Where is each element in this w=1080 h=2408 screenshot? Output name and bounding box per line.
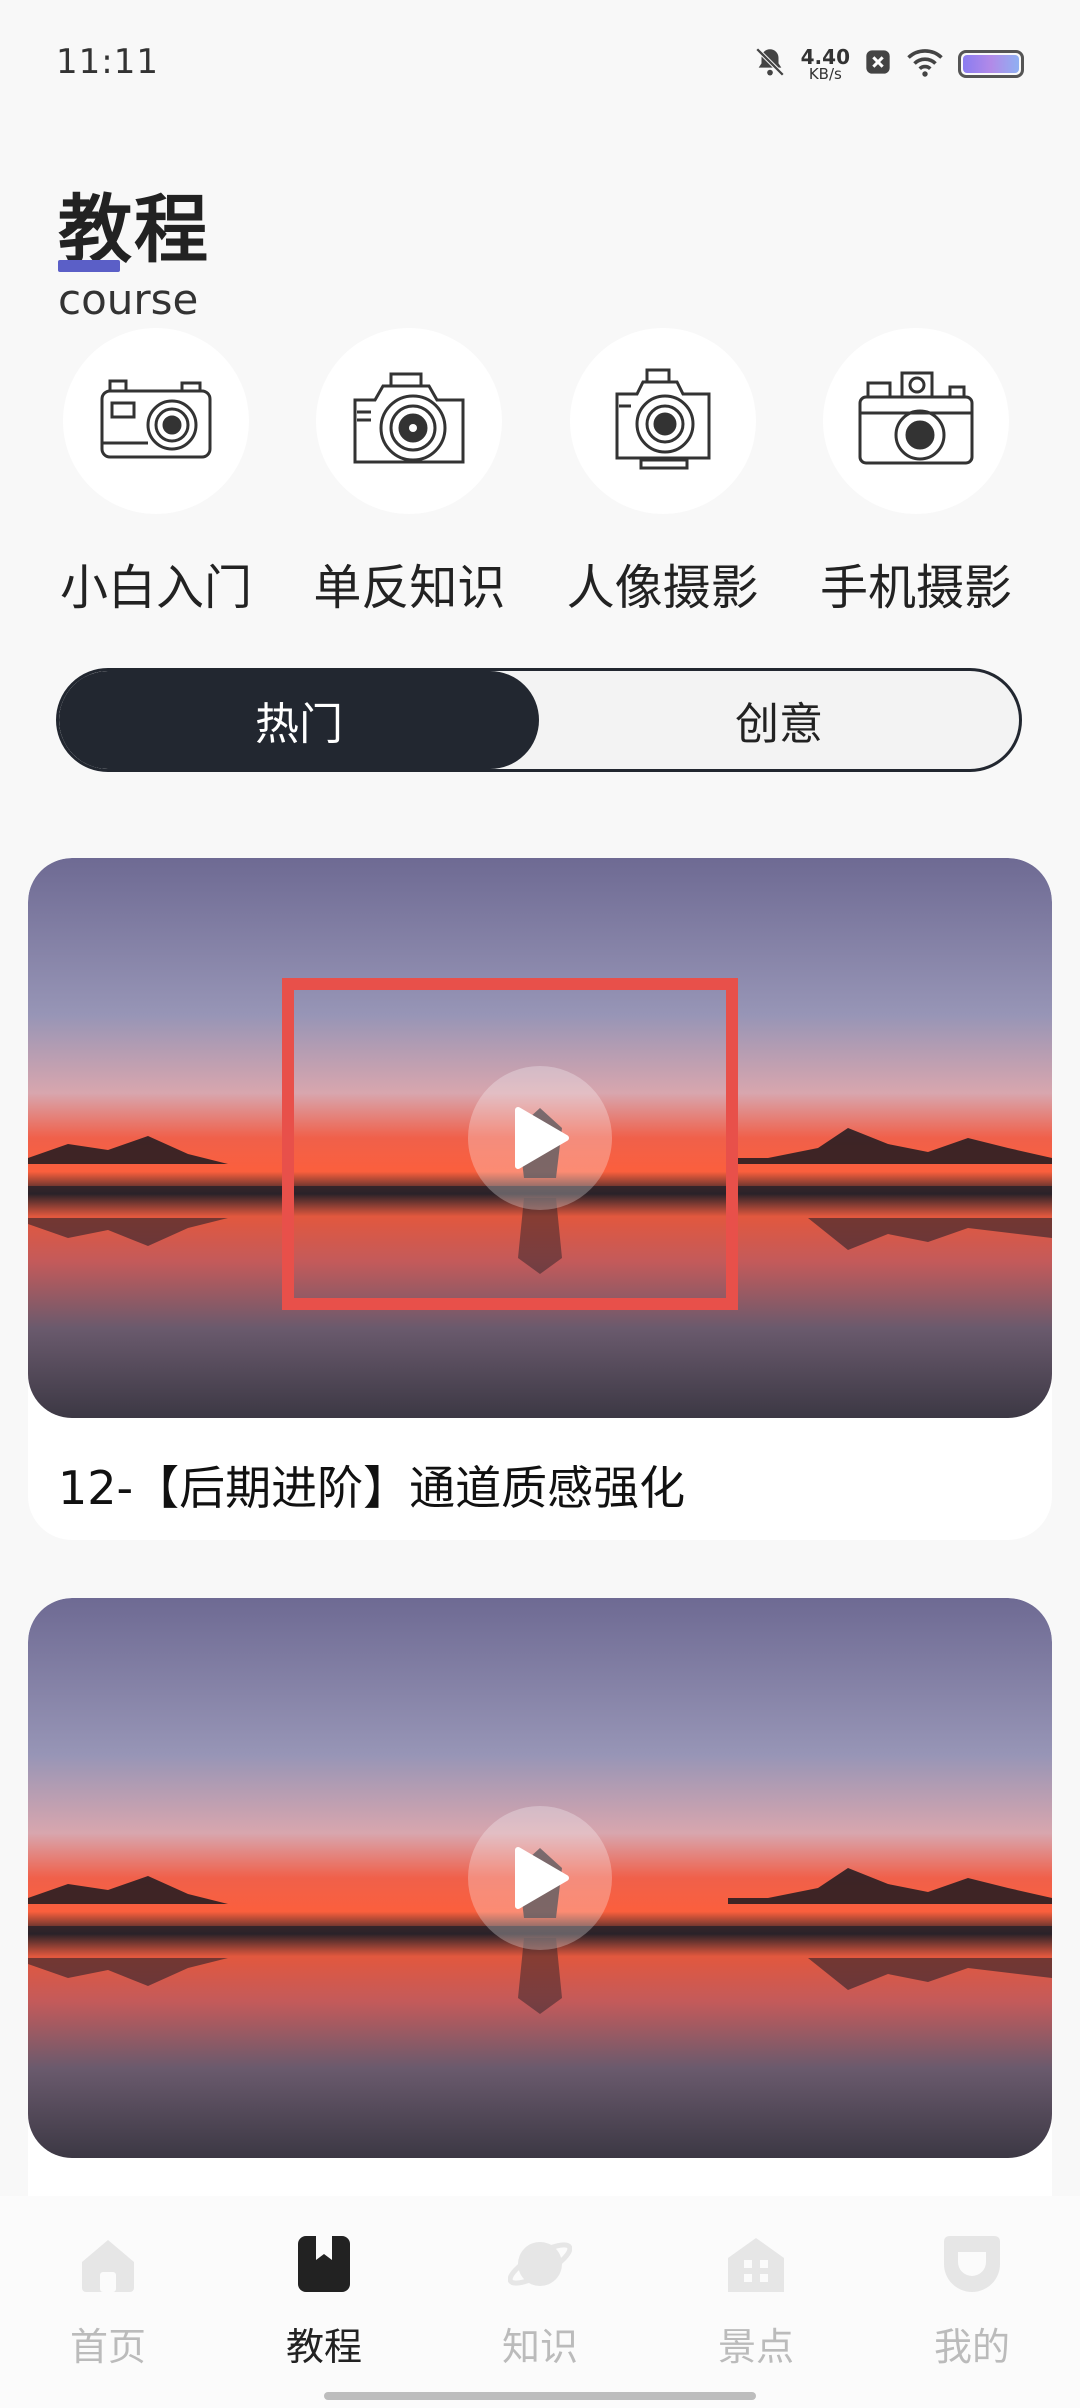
- category-dslr[interactable]: 单反知识: [309, 328, 509, 618]
- planet-icon: [507, 2232, 573, 2296]
- video-card[interactable]: [28, 1598, 1052, 2238]
- wifi-icon: [906, 47, 944, 81]
- nav-label: 我的: [933, 2325, 1010, 2369]
- category-beginner[interactable]: 小白入门: [56, 328, 256, 618]
- category-icon-circle: [569, 328, 756, 514]
- tab-switch: 热门 创意: [56, 668, 1022, 772]
- video-thumbnail[interactable]: [28, 1598, 1052, 2158]
- status-icons: 4.40 KB/s: [753, 44, 1024, 84]
- nav-label: 教程: [285, 2325, 362, 2369]
- nav-tutorial[interactable]: 教程: [244, 2232, 404, 2408]
- portrait-camera-icon: [611, 364, 715, 478]
- category-portrait[interactable]: 人像摄影: [563, 328, 763, 618]
- nav-knowledge[interactable]: 知识: [460, 2232, 620, 2408]
- category-label: 小白入门: [59, 560, 252, 616]
- tab-hot[interactable]: 热门: [59, 671, 539, 769]
- video-card[interactable]: 12-【后期进阶】通道质感强化: [28, 858, 1052, 1540]
- net-speed-value: 4.40: [800, 44, 850, 69]
- category-label: 手机摄影: [819, 560, 1012, 616]
- video-thumbnail[interactable]: [28, 858, 1052, 1418]
- nav-label: 景点: [717, 2325, 794, 2369]
- category-list: 小白入门 单反知识 人像摄影 手机摄影: [56, 328, 1016, 618]
- category-icon-circle: [316, 328, 503, 514]
- home-indicator[interactable]: [324, 2392, 756, 2400]
- bell-muted-icon: [753, 45, 787, 83]
- nav-attractions[interactable]: 景点: [676, 2232, 836, 2408]
- network-speed: 4.40 KB/s: [801, 47, 850, 82]
- title-underline: [58, 260, 120, 272]
- category-mobile[interactable]: 手机摄影: [816, 328, 1016, 618]
- highlight-box: [282, 978, 738, 1310]
- nav-label: 首页: [69, 2325, 146, 2369]
- tab-creative[interactable]: 创意: [539, 671, 1019, 769]
- status-time: 11:11: [56, 42, 159, 82]
- net-speed-unit: KB/s: [808, 64, 842, 83]
- video-title: 12-【后期进阶】通道质感强化: [58, 1461, 686, 1515]
- play-icon: [510, 1846, 570, 1910]
- bottom-nav: 首页 教程 知识 景点 我的: [0, 2196, 1080, 2408]
- category-icon-circle: [822, 328, 1009, 514]
- status-bar: 11:11 4.40 KB/s: [0, 0, 1080, 130]
- page-subtitle: course: [58, 275, 199, 324]
- play-button[interactable]: [468, 1806, 612, 1950]
- battery-icon: [958, 50, 1024, 78]
- building-icon: [724, 2232, 788, 2296]
- nav-mine[interactable]: 我的: [892, 2232, 1052, 2408]
- home-icon: [76, 2232, 140, 2296]
- dslr-camera-icon: [347, 364, 471, 478]
- bookmark-book-icon: [292, 2232, 356, 2296]
- category-label: 人像摄影: [566, 560, 759, 616]
- close-box-icon: [864, 48, 892, 80]
- profile-face-icon: [940, 2232, 1004, 2296]
- category-icon-circle: [63, 328, 249, 514]
- retro-camera-icon: [854, 367, 978, 475]
- nav-home[interactable]: 首页: [28, 2232, 188, 2408]
- compact-camera-icon: [96, 369, 216, 473]
- category-label: 单反知识: [313, 560, 506, 616]
- nav-label: 知识: [501, 2325, 578, 2369]
